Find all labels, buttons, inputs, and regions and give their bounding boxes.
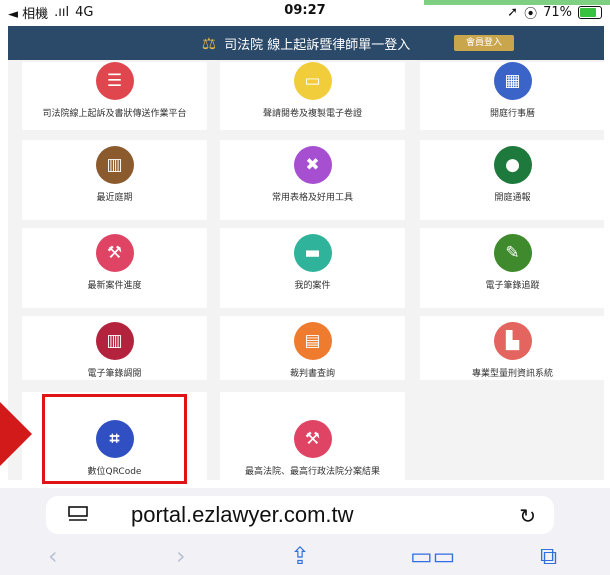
status-right: ➚ ⦿ 71%	[507, 3, 602, 22]
service-card-label: 聲請閱卷及複製電子卷證	[262, 109, 362, 119]
clock: 09:27	[284, 3, 326, 18]
service-card-label: 開庭通報	[494, 193, 531, 203]
service-card[interactable]: ▤ 裁判書查詢	[220, 316, 405, 380]
signal-icon: .ııl	[54, 5, 70, 20]
service-card[interactable]: ▭ 聲請閱卷及複製電子卷證	[220, 62, 405, 130]
service-card[interactable]: ✖ 常用表格及好用工具	[220, 140, 405, 220]
network-type: 4G	[75, 5, 94, 20]
service-card-label: 最高法院、最高行政法院分案結果	[244, 467, 380, 477]
site-header: ⚖ 司法院 線上起訴暨律師單一登入 會員登入	[8, 26, 604, 60]
briefcase-icon: ▬	[293, 234, 332, 272]
tabs-icon[interactable]: ⧉	[540, 542, 557, 570]
calendar-icon: ▦	[493, 62, 532, 100]
service-card-label: 常用表格及好用工具	[271, 193, 353, 203]
status-left: ◄ 相機 .ııl 4G	[8, 3, 93, 22]
service-card[interactable]: ▦ 開庭行事曆	[420, 62, 605, 130]
pen-icon: ✎	[493, 234, 532, 272]
url-text[interactable]: portal.ezlawyer.com.tw	[131, 502, 354, 528]
forward-icon[interactable]: ›	[176, 542, 186, 570]
browser-toolbar: ‹ › ⇪ ▭▭ ⧉	[0, 538, 610, 575]
service-card-label: 電子筆錄調閱	[87, 369, 142, 379]
books-icon: ▥	[95, 322, 134, 360]
status-bar: ◄ 相機 .ııl 4G 09:27 ➚ ⦿ 71%	[0, 0, 610, 22]
folder-icon: ▭	[293, 62, 332, 100]
service-card-label: 最近庭期	[96, 193, 133, 203]
gavel-icon: ⚒	[293, 420, 332, 458]
service-card[interactable]: ☰ 司法院線上起訴及書狀傳送作業平台	[22, 62, 207, 130]
bookmarks-icon[interactable]: ▭▭	[410, 542, 455, 570]
courthouse-icon: ▥	[95, 146, 134, 184]
back-to-app[interactable]: ◄ 相機	[8, 3, 48, 22]
login-button[interactable]: 會員登入	[453, 35, 514, 51]
reload-icon[interactable]: ↻	[519, 504, 536, 528]
chart-icon: ▙	[493, 322, 532, 360]
service-card-label: 我的案件	[294, 281, 331, 291]
scales-icon: ⚖	[201, 33, 217, 53]
service-card-label: 裁判書查詢	[289, 369, 335, 379]
service-card[interactable]: ✎ 電子筆錄追蹤	[420, 228, 605, 308]
service-card[interactable]: ▥ 最近庭期	[22, 140, 207, 220]
document-stack-icon: ☰	[95, 62, 134, 100]
tools-icon: ✖	[293, 146, 332, 184]
site-title: 司法院 線上起訴暨律師單一登入	[224, 37, 411, 53]
service-card-label: 最新案件進度	[87, 281, 142, 291]
service-card[interactable]: ▥ 電子筆錄調閱	[22, 316, 207, 380]
address-bar[interactable]: portal.ezlawyer.com.tw ↻	[46, 496, 554, 534]
back-icon[interactable]: ‹	[48, 542, 58, 570]
service-card-label: 專業型量刑資訊系統	[471, 369, 553, 379]
service-card[interactable]: ⚒ 最新案件進度	[22, 228, 207, 308]
service-card-label: 開庭行事曆	[489, 109, 535, 119]
browser-chrome: portal.ezlawyer.com.tw ↻ ‹ › ⇪ ▭▭ ⧉	[0, 488, 610, 575]
service-card[interactable]: ▬ 我的案件	[220, 228, 405, 308]
page-icon[interactable]	[68, 506, 88, 522]
lock-icon: ⦿	[524, 7, 538, 22]
location-icon: ➚	[507, 5, 519, 20]
share-icon[interactable]: ⇪	[290, 542, 310, 570]
highlight-box	[42, 394, 187, 484]
service-card[interactable]: ● 開庭通報	[420, 140, 605, 220]
service-card[interactable]: ▙ 專業型量刑資訊系統	[420, 316, 605, 380]
service-card[interactable]: ⚒ 最高法院、最高行政法院分案結果	[220, 392, 405, 484]
battery-percent: 71%	[543, 5, 572, 20]
battery-icon	[578, 6, 602, 19]
gavel-icon: ⚒	[95, 234, 134, 272]
group-icon: ●	[493, 146, 532, 184]
pointer-arrow	[0, 394, 32, 474]
scroll-icon: ▤	[293, 322, 332, 360]
service-card-label: 司法院線上起訴及書狀傳送作業平台	[42, 109, 187, 119]
service-card-label: 電子筆錄追蹤	[485, 281, 540, 291]
